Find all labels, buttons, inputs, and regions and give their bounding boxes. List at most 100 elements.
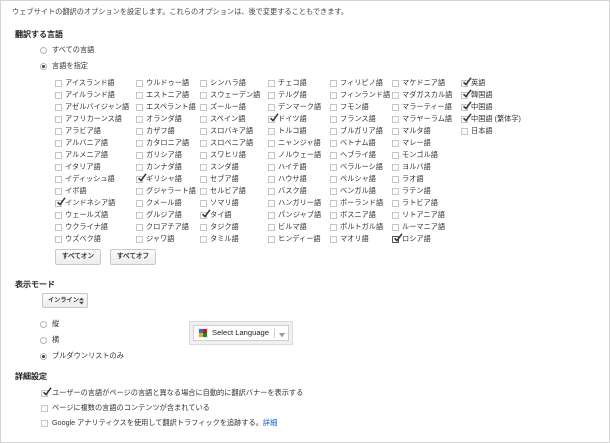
language-checkbox[interactable]	[392, 211, 399, 219]
language-option[interactable]: チェコ語	[268, 77, 307, 89]
language-checkbox[interactable]	[200, 151, 207, 159]
language-option[interactable]: アフリカーンス語	[55, 113, 122, 125]
language-checkbox[interactable]	[55, 115, 62, 123]
language-option[interactable]: バスク語	[268, 185, 307, 197]
language-checkbox[interactable]	[200, 103, 207, 111]
language-checkbox[interactable]	[461, 89, 472, 99]
language-option[interactable]: スペイン語	[200, 113, 245, 125]
language-option[interactable]: グルジア語	[136, 209, 182, 221]
language-option[interactable]: ベトナム語	[330, 137, 376, 149]
language-option[interactable]: 中国語	[461, 101, 493, 113]
language-option[interactable]: マダガスカル語	[392, 89, 452, 101]
language-checkbox[interactable]	[136, 79, 143, 87]
language-checkbox[interactable]	[136, 235, 143, 243]
language-option[interactable]: マオリ語	[330, 233, 369, 245]
language-option[interactable]: インドネシア語	[55, 197, 115, 209]
language-checkbox[interactable]	[268, 175, 275, 183]
language-option[interactable]: ギリシャ語	[136, 173, 182, 185]
radio-layout-vertical[interactable]: 縦	[40, 319, 59, 329]
radio-button[interactable]	[40, 336, 47, 344]
learn-more-link[interactable]: 詳細	[263, 418, 277, 427]
language-option[interactable]: イボ語	[55, 185, 87, 197]
language-option[interactable]: タジク語	[200, 221, 239, 233]
language-option[interactable]: ヒンディー語	[268, 233, 321, 245]
language-checkbox[interactable]	[268, 113, 279, 123]
language-checkbox[interactable]	[200, 209, 211, 219]
language-checkbox[interactable]	[461, 127, 468, 135]
language-checkbox[interactable]	[55, 79, 62, 87]
language-checkbox[interactable]	[330, 199, 337, 207]
language-checkbox[interactable]	[268, 151, 275, 159]
checkbox[interactable]	[41, 387, 52, 397]
language-option[interactable]: ポーランド語	[330, 197, 383, 209]
language-option[interactable]: ラトビア語	[392, 197, 438, 209]
language-option[interactable]: ヘブライ語	[330, 149, 376, 161]
radio-specify-languages[interactable]: 言語を指定	[40, 61, 88, 71]
language-checkbox[interactable]	[392, 223, 399, 231]
language-checkbox[interactable]	[200, 175, 207, 183]
language-checkbox[interactable]	[330, 235, 337, 243]
language-option[interactable]: フィリピノ語	[330, 77, 383, 89]
language-checkbox[interactable]	[136, 91, 143, 99]
radio-button[interactable]	[40, 352, 47, 360]
select-all-button[interactable]: すべてオン	[55, 249, 101, 265]
language-checkbox[interactable]	[330, 223, 337, 231]
language-option[interactable]: カザフ語	[136, 125, 175, 137]
language-checkbox[interactable]	[200, 235, 207, 243]
language-option[interactable]: ラテン語	[392, 185, 431, 197]
language-option[interactable]: ベンガル語	[330, 185, 376, 197]
language-checkbox[interactable]	[268, 223, 275, 231]
language-option[interactable]: クメール語	[136, 197, 182, 209]
language-option[interactable]: 中国語 (繁体字)	[461, 113, 521, 125]
language-option[interactable]: フィンランド語	[330, 89, 390, 101]
language-option[interactable]: ハンガリー語	[268, 197, 321, 209]
language-checkbox[interactable]	[200, 199, 207, 207]
display-mode-select[interactable]: インライン	[42, 293, 88, 308]
language-option[interactable]: ジャワ語	[136, 233, 174, 245]
language-checkbox[interactable]	[136, 187, 143, 195]
language-checkbox[interactable]	[330, 187, 337, 195]
language-option[interactable]: ハウサ語	[268, 173, 307, 185]
language-option[interactable]: イディッシュ語	[55, 173, 115, 185]
language-option[interactable]: マレー語	[392, 137, 431, 149]
language-option[interactable]: デンマーク語	[268, 101, 321, 113]
language-checkbox[interactable]	[200, 163, 207, 171]
language-option[interactable]: ルーマニア語	[392, 221, 445, 233]
language-option[interactable]: グジャラート語	[136, 185, 196, 197]
language-checkbox[interactable]	[55, 127, 62, 135]
deselect-all-button[interactable]: すべてオフ	[110, 249, 156, 265]
language-checkbox[interactable]	[330, 115, 337, 123]
language-option[interactable]: モンゴル語	[392, 149, 438, 161]
language-checkbox[interactable]	[330, 91, 337, 99]
language-checkbox[interactable]	[268, 139, 275, 147]
language-checkbox[interactable]	[136, 115, 143, 123]
select-language-dropdown[interactable]: Select Language	[193, 325, 289, 341]
language-checkbox[interactable]	[136, 151, 143, 159]
language-checkbox[interactable]	[392, 139, 399, 147]
language-checkbox[interactable]	[200, 223, 207, 231]
radio-layout-dropdown-only[interactable]: プルダウンリストのみ	[40, 351, 124, 361]
language-checkbox[interactable]	[392, 163, 399, 171]
language-checkbox[interactable]	[330, 139, 337, 147]
language-checkbox[interactable]	[55, 187, 62, 195]
language-checkbox[interactable]	[268, 163, 275, 171]
option-auto-banner[interactable]: ユーザーの言語がページの言語と異なる場合に自動的に翻訳バナーを表示する	[40, 387, 303, 398]
language-checkbox[interactable]	[392, 91, 399, 99]
language-option[interactable]: タイ語	[200, 209, 232, 221]
radio-button[interactable]	[40, 62, 47, 70]
language-checkbox[interactable]	[461, 101, 472, 111]
language-option[interactable]: タミル語	[200, 233, 239, 245]
language-checkbox[interactable]	[55, 139, 62, 147]
language-checkbox[interactable]	[55, 235, 62, 243]
language-option[interactable]: アルメニア語	[55, 149, 108, 161]
radio-all-languages[interactable]: すべての言語	[40, 45, 94, 55]
language-option[interactable]: アイルランド語	[55, 89, 115, 101]
language-option[interactable]: パンジャブ語	[268, 209, 321, 221]
language-option[interactable]: 日本語	[461, 125, 493, 137]
language-option[interactable]: ドイツ語	[268, 113, 307, 125]
language-checkbox[interactable]	[200, 127, 207, 135]
language-option[interactable]: スロバキア語	[200, 125, 253, 137]
language-option[interactable]: スワヒリ語	[200, 149, 246, 161]
language-checkbox[interactable]	[268, 211, 275, 219]
language-option[interactable]: マケドニア語	[392, 77, 445, 89]
